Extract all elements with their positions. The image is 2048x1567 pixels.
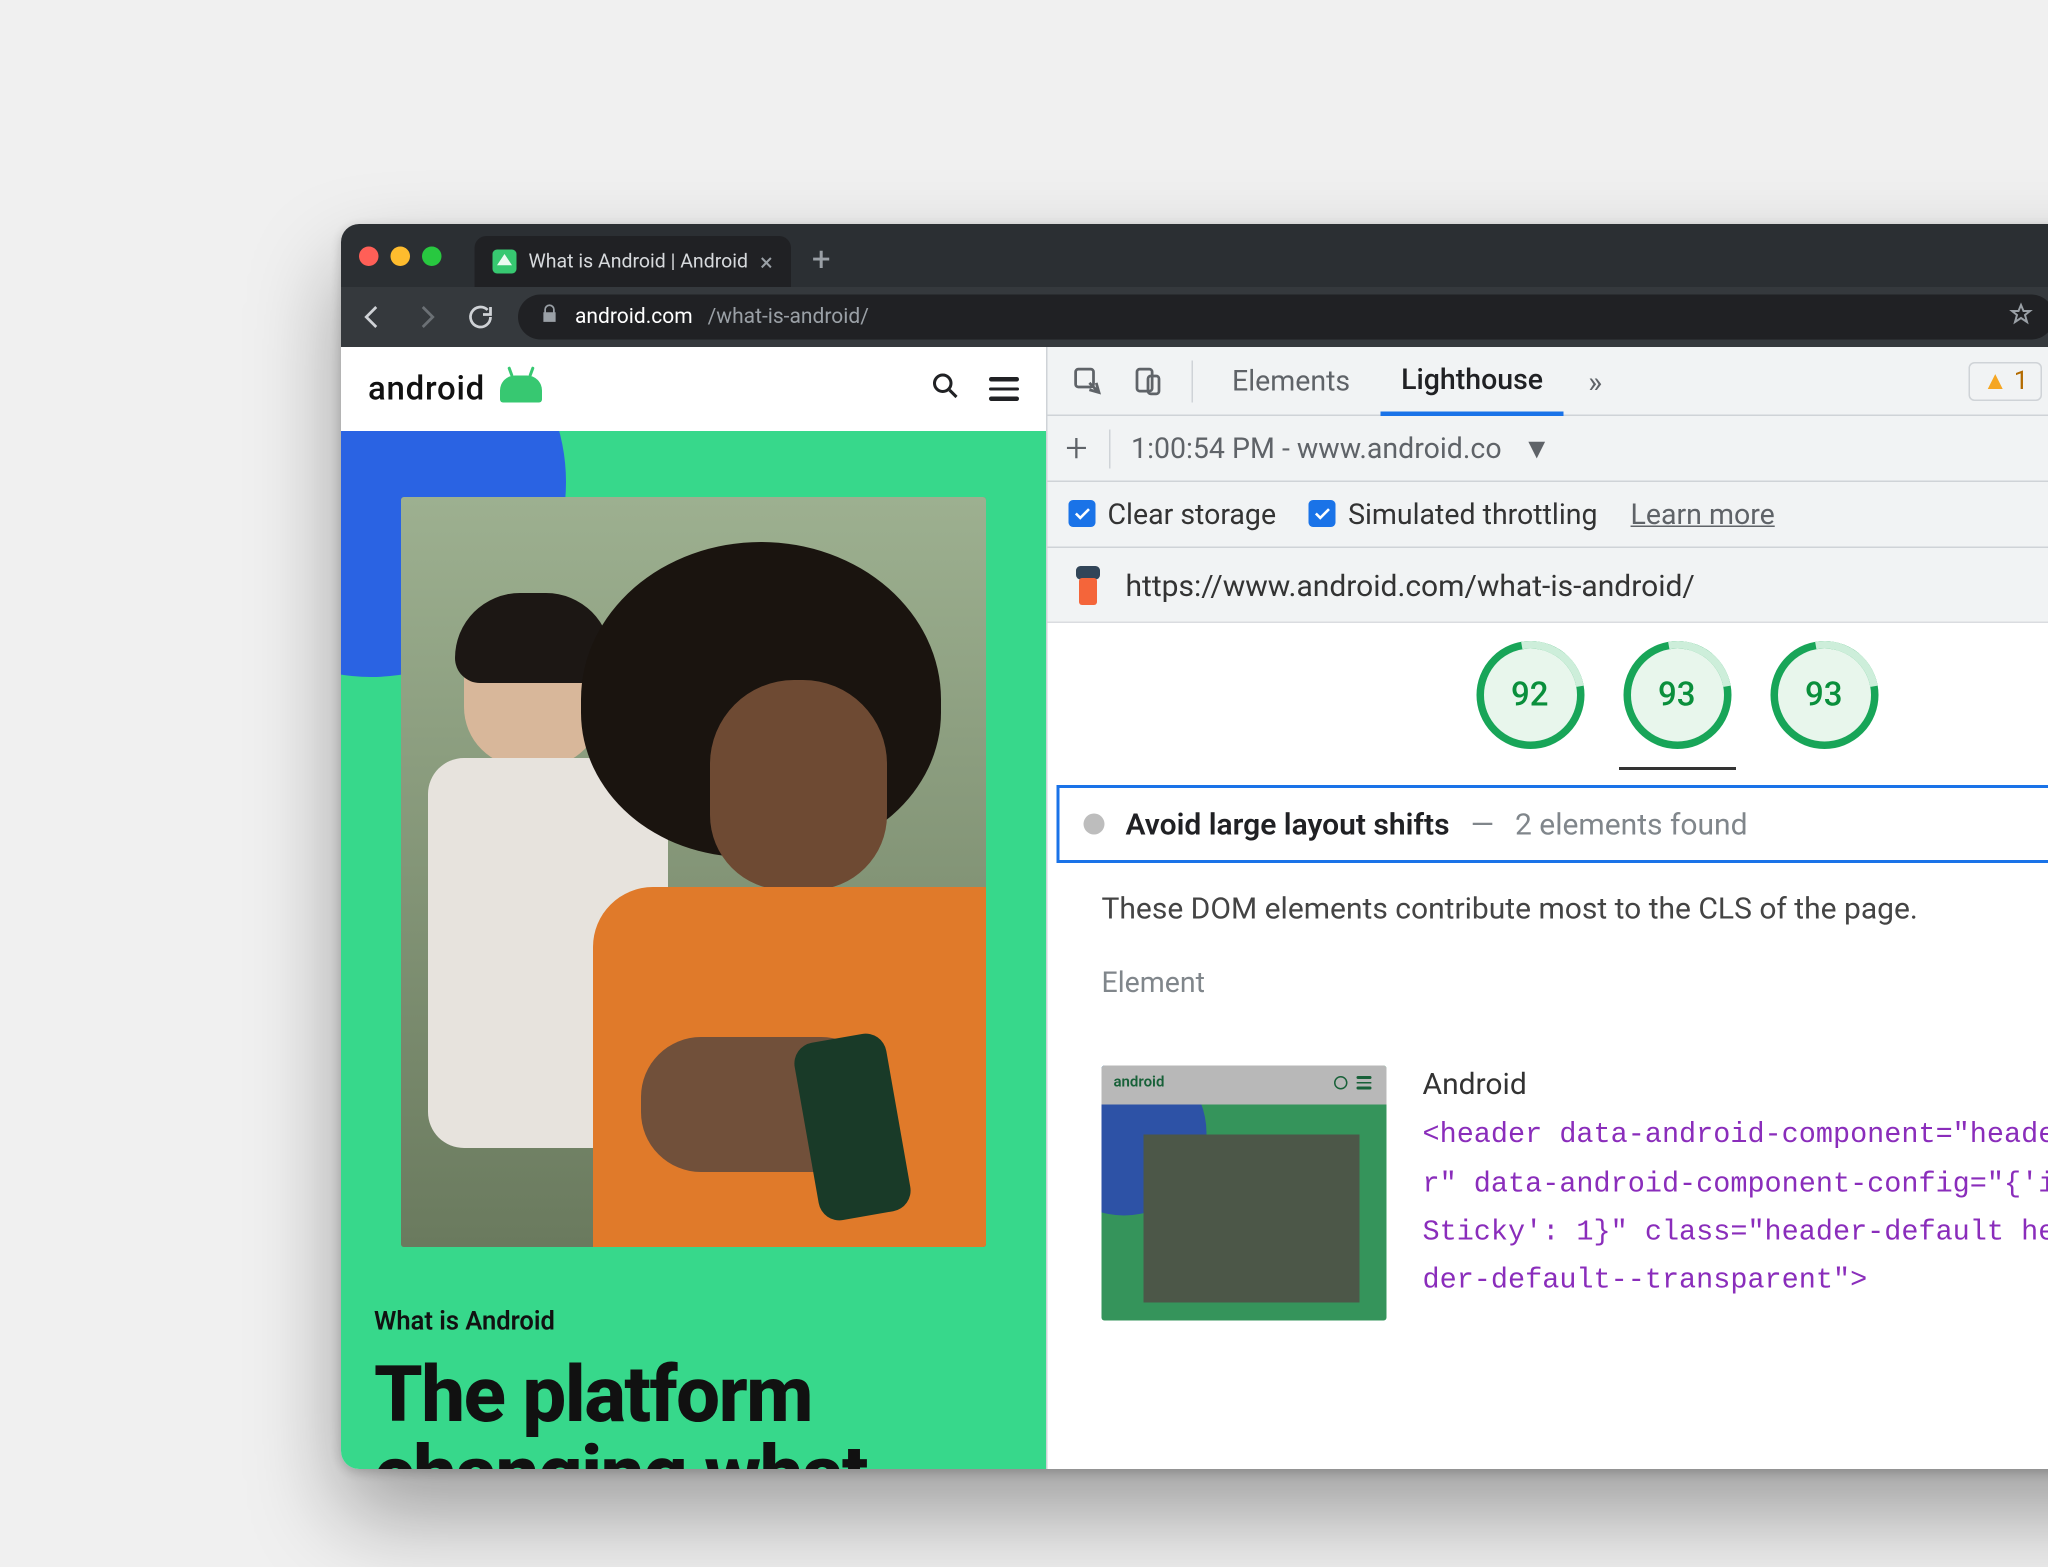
element-title: Android <box>1423 1066 2048 1102</box>
score-gauge-1[interactable]: 92 <box>1483 649 1576 742</box>
minimize-window-button[interactable] <box>391 246 411 266</box>
audit-row[interactable]: Avoid large layout shifts — 2 elements f… <box>1057 785 2048 863</box>
score-gauge-3[interactable]: 93 <box>1777 649 1870 742</box>
page-viewport[interactable]: android What is Android The platformchan… <box>341 347 1046 1469</box>
titlebar: What is Android | Android × + <box>341 224 2048 287</box>
forward-button[interactable] <box>410 301 443 334</box>
page-header: android <box>341 347 1046 431</box>
back-button[interactable] <box>356 301 389 334</box>
close-tab-button[interactable]: × <box>760 247 773 276</box>
issues-warning-badge[interactable]: ▲1 <box>1969 361 2042 400</box>
simulated-throttling-checkbox[interactable]: Simulated throttling <box>1309 497 1597 532</box>
devtools-panel: Elements Lighthouse » ▲1 ▤23 + 1:00:54 P… <box>1046 347 2048 1469</box>
report-body: 92 93 93 Avoid large layout shifts — 2 e… <box>1048 623 2048 1469</box>
page-headline: The platformchanging what <box>374 1355 867 1469</box>
tab-title: What is Android | Android <box>529 250 748 273</box>
hamburger-menu-icon[interactable] <box>989 377 1019 400</box>
browser-tab[interactable]: What is Android | Android × <box>475 236 791 287</box>
score-tab-underline <box>1618 767 1735 770</box>
new-tab-button[interactable]: + <box>812 241 831 279</box>
element-thumbnail: android <box>1102 1066 1387 1321</box>
tabs-overflow-button[interactable]: » <box>1573 363 1617 399</box>
audit-title: Avoid large layout shifts <box>1126 806 1450 842</box>
hero-image <box>401 497 986 1247</box>
browser-window: What is Android | Android × + android.co… <box>341 224 2048 1469</box>
new-report-button[interactable]: + <box>1066 426 1088 471</box>
audit-status-dot-icon <box>1084 814 1105 835</box>
device-toggle-icon[interactable] <box>1123 355 1174 406</box>
page-kicker: What is Android <box>374 1307 555 1337</box>
report-dropdown-icon[interactable]: ▼ <box>1523 430 1551 466</box>
address-bar: android.com/what-is-android/ <box>341 287 2048 347</box>
favicon-icon <box>493 250 517 274</box>
lighthouse-toolbar: + 1:00:54 PM - www.android.co ▼ <box>1048 416 2048 482</box>
col-cls: CLSContribution <box>2042 965 2048 1039</box>
reload-button[interactable] <box>464 301 497 334</box>
inspect-element-icon[interactable] <box>1063 355 1114 406</box>
android-logo-icon <box>500 376 542 403</box>
audit-description: These DOM elements contribute most to th… <box>1048 863 2048 938</box>
tab-lighthouse[interactable]: Lighthouse <box>1380 347 1564 415</box>
clear-storage-checkbox[interactable]: Clear storage <box>1069 497 1277 532</box>
lock-icon <box>539 304 560 331</box>
audit-table: Element CLSContribution android Android <box>1048 938 2048 1321</box>
url-path: /what-is-android/ <box>708 305 869 329</box>
score-gauges: 92 93 93 <box>1048 623 2048 767</box>
content-area: android What is Android The platformchan… <box>341 347 2048 1469</box>
report-url-row: https://www.android.com/what-is-android/ <box>1048 548 2048 623</box>
tab-elements[interactable]: Elements <box>1211 347 1371 415</box>
brand-wordmark: android <box>368 370 485 408</box>
close-window-button[interactable] <box>359 246 379 266</box>
maximize-window-button[interactable] <box>422 246 442 266</box>
search-icon[interactable] <box>929 370 962 409</box>
devtools-tabstrip: Elements Lighthouse » ▲1 ▤23 <box>1048 347 2048 416</box>
lighthouse-options: Clear storage Simulated throttling Learn… <box>1048 482 2048 548</box>
audit-subtitle: 2 elements found <box>1515 806 1748 842</box>
element-markup: <header data-android-component="header" … <box>1423 1111 2048 1305</box>
report-selector-label[interactable]: 1:00:54 PM - www.android.co <box>1131 431 1502 466</box>
lighthouse-icon <box>1072 565 1105 604</box>
window-controls <box>359 246 442 266</box>
col-element: Element <box>1102 965 2043 1039</box>
learn-more-link[interactable]: Learn more <box>1631 497 1775 532</box>
table-row[interactable]: android Android <header data-android-com… <box>1102 1066 2048 1321</box>
url-input[interactable]: android.com/what-is-android/ <box>518 295 2048 340</box>
url-host: android.com <box>575 305 693 329</box>
score-gauge-2[interactable]: 93 <box>1630 649 1723 742</box>
report-url: https://www.android.com/what-is-android/ <box>1126 567 1695 603</box>
bookmark-star-icon[interactable] <box>2009 302 2033 332</box>
